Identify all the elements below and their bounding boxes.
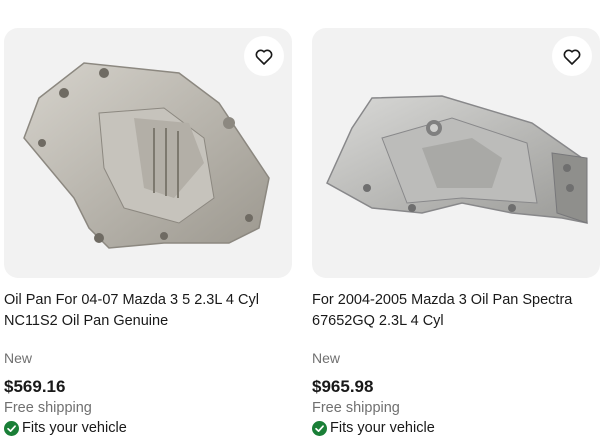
fitment-label: Fits your vehicle: [22, 420, 127, 436]
check-circle-icon: [312, 421, 327, 436]
listing-image[interactable]: [312, 28, 600, 278]
listing-card[interactable]: Oil Pan For 04-07 Mazda 3 5 2.3L 4 Cyl N…: [4, 28, 292, 438]
listing-card[interactable]: For 2004-2005 Mazda 3 Oil Pan Spectra 67…: [312, 28, 600, 438]
fitment-badge: Fits your vehicle: [4, 419, 292, 438]
listing-image[interactable]: [4, 28, 292, 278]
search-results-grid: Oil Pan For 04-07 Mazda 3 5 2.3L 4 Cyl N…: [0, 0, 608, 445]
watch-button[interactable]: [552, 36, 592, 76]
listing-price: $569.16: [4, 377, 66, 396]
listing-condition: New: [4, 350, 33, 366]
check-circle-icon: [4, 421, 19, 436]
listing-title[interactable]: For 2004-2005 Mazda 3 Oil Pan Spectra 67…: [312, 290, 600, 332]
heart-icon: [563, 49, 581, 65]
listing-title[interactable]: Oil Pan For 04-07 Mazda 3 5 2.3L 4 Cyl N…: [4, 290, 292, 332]
heart-icon: [255, 49, 273, 65]
listing-price: $965.98: [312, 377, 374, 396]
listing-shipping: Free shipping: [312, 400, 400, 416]
listing-shipping: Free shipping: [4, 400, 92, 416]
watch-button[interactable]: [244, 36, 284, 76]
listing-condition: New: [312, 350, 341, 366]
fitment-badge: Fits your vehicle: [312, 419, 600, 438]
fitment-label: Fits your vehicle: [330, 420, 435, 436]
